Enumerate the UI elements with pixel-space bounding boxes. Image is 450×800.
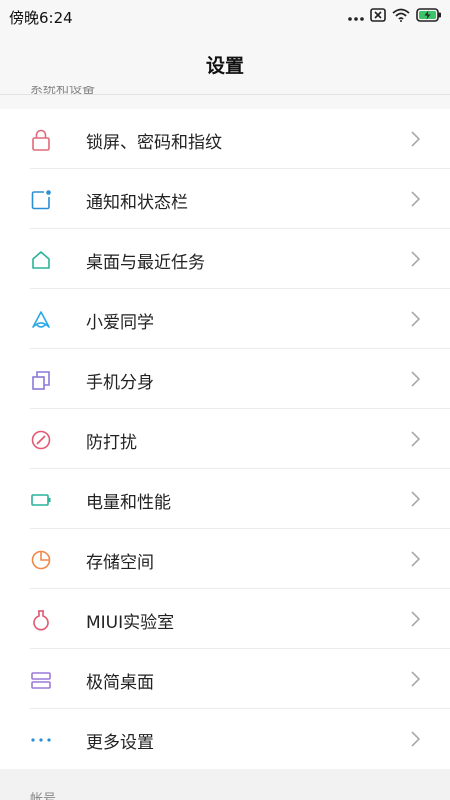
- page-title: 设置: [205, 55, 244, 77]
- settings-item-home-screen[interactable]: 桌面与最近任务: [0, 229, 450, 289]
- settings-item-label: 电量和性能: [86, 493, 171, 513]
- settings-item-storage[interactable]: 存储空间: [0, 529, 450, 589]
- settings-item-simple-mode[interactable]: 极简桌面: [0, 649, 450, 709]
- lock-icon: [30, 129, 52, 151]
- settings-item-label: 极简桌面: [86, 673, 154, 693]
- chevron-right-icon: [410, 130, 422, 148]
- notification-icon: [30, 189, 52, 211]
- close-box-icon: [370, 7, 386, 26]
- section-band-bottom: [0, 769, 450, 800]
- storage-pie-icon: [30, 549, 52, 571]
- section-label-top: 系统和设备: [30, 86, 96, 94]
- xiaoai-icon: [30, 309, 52, 331]
- more-dots-icon: [30, 729, 52, 751]
- more-dots-icon: [348, 7, 364, 26]
- chevron-right-icon: [410, 670, 422, 688]
- home-icon: [30, 249, 52, 271]
- settings-item-label: 更多设置: [86, 733, 154, 753]
- settings-item-second-space[interactable]: 手机分身: [0, 349, 450, 409]
- settings-item-miui-lab[interactable]: MIUI实验室: [0, 589, 450, 649]
- settings-item-label: 通知和状态栏: [86, 193, 188, 213]
- chevron-right-icon: [410, 550, 422, 568]
- settings-item-label: 锁屏、密码和指纹: [86, 133, 222, 153]
- chevron-right-icon: [410, 730, 422, 748]
- settings-item-lockscreen[interactable]: 锁屏、密码和指纹: [0, 109, 450, 169]
- settings-item-label: 手机分身: [86, 373, 154, 393]
- status-bar: 傍晚6:24: [0, 0, 450, 32]
- settings-item-label: MIUI实验室: [86, 613, 175, 633]
- do-not-disturb-icon: [30, 429, 52, 451]
- settings-item-more-settings[interactable]: 更多设置: [0, 709, 450, 769]
- status-icons: [348, 6, 442, 26]
- settings-item-xiaoai[interactable]: 小爱同学: [0, 289, 450, 349]
- chevron-right-icon: [410, 430, 422, 448]
- chevron-right-icon: [410, 310, 422, 328]
- simple-mode-icon: [30, 669, 52, 691]
- chevron-right-icon: [410, 190, 422, 208]
- chevron-right-icon: [410, 250, 422, 268]
- settings-list: 锁屏、密码和指纹 通知和状态栏 桌面与最近任务 小爱同学 手机分身 防打扰 电量…: [0, 109, 450, 769]
- settings-item-label: 桌面与最近任务: [86, 253, 205, 273]
- section-label-bottom: 帐号: [30, 792, 57, 800]
- battery-charging-icon: [416, 7, 442, 26]
- battery-icon: [30, 489, 52, 511]
- settings-item-battery[interactable]: 电量和性能: [0, 469, 450, 529]
- chevron-right-icon: [410, 370, 422, 388]
- settings-item-do-not-disturb[interactable]: 防打扰: [0, 409, 450, 469]
- second-space-icon: [30, 369, 52, 391]
- lab-flask-icon: [30, 609, 52, 631]
- settings-item-label: 存储空间: [86, 553, 154, 573]
- settings-item-notifications[interactable]: 通知和状态栏: [0, 169, 450, 229]
- settings-item-label: 防打扰: [86, 433, 137, 453]
- status-time: 傍晚6:24: [9, 9, 73, 27]
- settings-item-label: 小爱同学: [86, 313, 154, 333]
- chevron-right-icon: [410, 490, 422, 508]
- chevron-right-icon: [410, 610, 422, 628]
- wifi-icon: [392, 7, 410, 26]
